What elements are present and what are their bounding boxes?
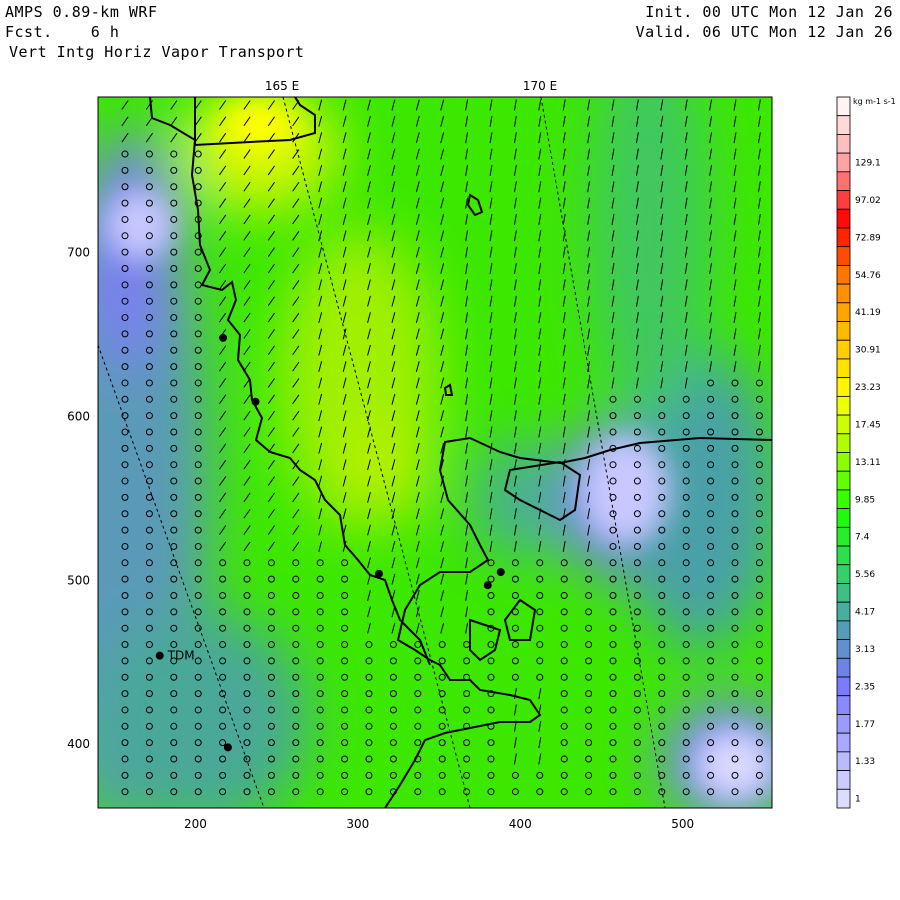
colorbar-cell (836, 732, 851, 753)
colorbar-cell (836, 508, 851, 528)
station-dot (251, 397, 260, 406)
colorbar-cell (836, 545, 851, 566)
colorbar-cell (836, 264, 851, 285)
colorbar-cell (836, 246, 851, 266)
colorbar-cell (836, 601, 851, 622)
colorbar-cell (836, 433, 851, 453)
station-dot (374, 569, 383, 578)
meridian-label-165e: 165 E (265, 79, 299, 93)
colorbar-cell (836, 788, 851, 809)
valid-time: Valid. 06 UTC Mon 12 Jan 26 (635, 23, 893, 41)
colorbar-cell (836, 676, 851, 697)
colorbar-label: 2.35 (855, 682, 875, 692)
colorbar-cell (836, 171, 851, 191)
y-tick-label: 500 (67, 573, 90, 587)
colorbar-label: 23.23 (855, 383, 881, 393)
y-tick-label: 700 (67, 246, 90, 260)
station-dot (496, 568, 505, 577)
y-axis-ticks: 700 600 500 400 (67, 246, 90, 751)
field-title: Vert Intg Horiz Vapor Transport (9, 43, 305, 61)
colorbar-cell (836, 414, 851, 435)
station-dot (223, 743, 232, 752)
colorbar-label: 30.91 (855, 346, 881, 356)
colorbar-label: 1 (855, 795, 861, 805)
x-tick-label: 300 (346, 817, 369, 831)
colorbar-label: 129.1 (855, 158, 881, 168)
station-dot (155, 651, 164, 660)
colorbar-label: 13.11 (855, 458, 881, 468)
colorbar-cell (836, 208, 851, 229)
colorbar-cell (836, 714, 851, 734)
station-label: TDM (167, 649, 195, 663)
colorbar-cell (836, 489, 851, 510)
colorbar-label: 41.19 (855, 308, 881, 318)
colorbar-label: 97.02 (855, 196, 881, 206)
x-tick-label: 400 (509, 817, 532, 831)
colorbar-cell (836, 190, 851, 210)
station-dot (483, 581, 492, 590)
colorbar-cell (836, 283, 851, 304)
colorbar-cell (836, 583, 851, 603)
colorbar-cell (836, 227, 851, 248)
station-dot (219, 333, 228, 342)
colorbar-cell (836, 302, 851, 322)
y-tick-label: 400 (67, 737, 90, 751)
colorbar-cell (836, 470, 851, 491)
colorbar: 129.197.0272.8954.7641.1930.9123.2317.45… (836, 96, 881, 809)
map-canvas: TDM 165 E 170 E 200 300 400 500 700 600 500 40… (67, 79, 896, 831)
colorbar-label: 7.4 (855, 533, 870, 543)
colorbar-label: 54.76 (855, 271, 881, 281)
colorbar-cell (836, 134, 851, 154)
colorbar-label: 4.17 (855, 608, 875, 618)
colorbar-cell (836, 377, 851, 397)
forecast-hour: Fcst. 6 h (5, 23, 120, 41)
init-time: Init. 00 UTC Mon 12 Jan 26 (645, 3, 893, 21)
colorbar-label: 3.13 (855, 645, 875, 655)
colorbar-cell (836, 639, 851, 659)
colorbar-cell (836, 395, 851, 416)
model-title: AMPS 0.89-km WRF (5, 3, 158, 21)
vapor-transport-field: TDM (98, 97, 772, 808)
colorbar-cell (836, 321, 851, 341)
colorbar-label: 72.89 (855, 233, 881, 243)
colorbar-cell (836, 339, 851, 360)
colorbar-label: 9.85 (855, 495, 875, 505)
x-axis-ticks: 200 300 400 500 (184, 817, 694, 831)
x-tick-label: 200 (184, 817, 207, 831)
colorbar-cell (836, 152, 851, 173)
colorbar-units: kg m-1 s-1 (853, 97, 896, 106)
colorbar-cell (836, 358, 851, 379)
colorbar-cell (836, 564, 851, 584)
colorbar-cell (836, 695, 851, 715)
meridian-label-170e: 170 E (523, 79, 557, 93)
colorbar-label: 17.45 (855, 420, 881, 430)
colorbar-cell (836, 115, 851, 135)
x-tick-label: 500 (671, 817, 694, 831)
colorbar-cell (836, 770, 851, 790)
colorbar-cell (836, 452, 851, 472)
colorbar-label: 1.33 (855, 757, 875, 767)
colorbar-label: 1.77 (855, 720, 875, 730)
colorbar-label: 5.56 (855, 570, 875, 580)
colorbar-cell (836, 657, 851, 678)
colorbar-cell (836, 751, 851, 771)
y-tick-label: 600 (67, 409, 90, 423)
colorbar-cell (836, 526, 851, 547)
colorbar-cell (836, 96, 851, 117)
colorbar-cell (836, 620, 851, 641)
